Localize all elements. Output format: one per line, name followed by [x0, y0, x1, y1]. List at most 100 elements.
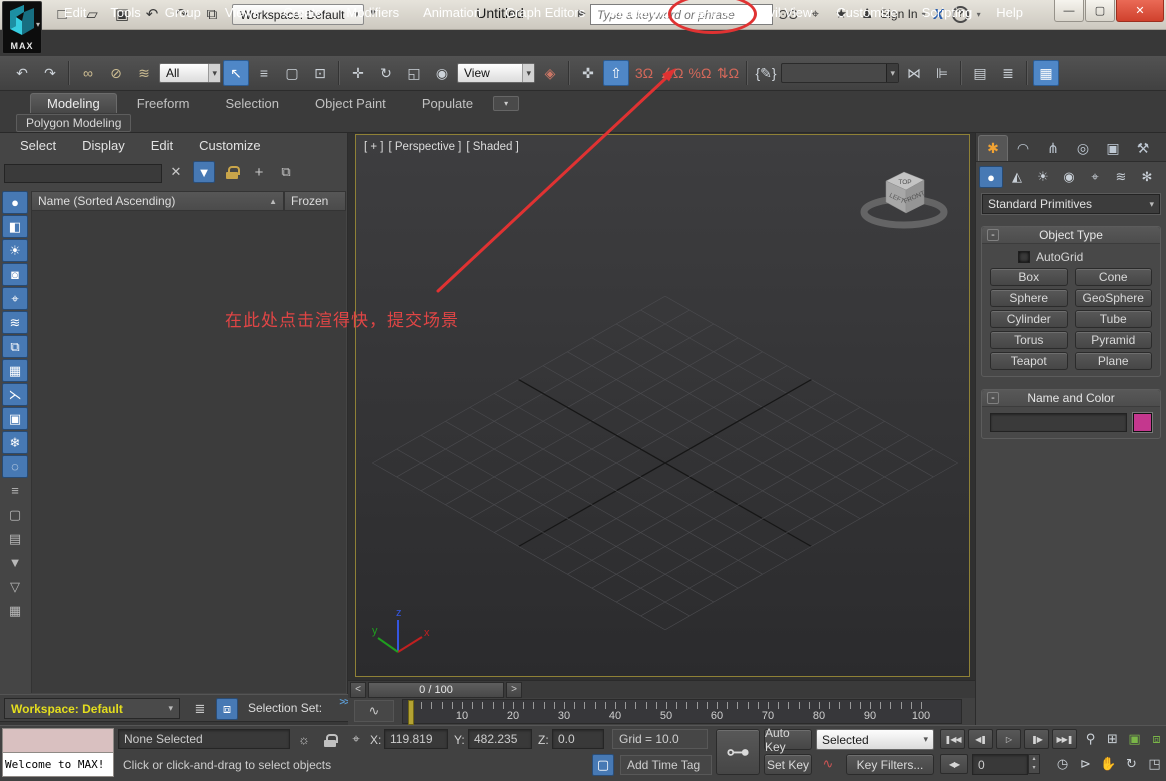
menu-item-customize[interactable]: Customize — [824, 0, 909, 26]
layer-explorer-toggle-icon[interactable]: ≣ ▾ — [995, 60, 1021, 86]
tab-display[interactable]: ▣ — [1098, 135, 1128, 161]
ribbon-overflow-icon[interactable]: ▾ — [493, 96, 519, 111]
pyramid-button[interactable]: Pyramid — [1075, 331, 1153, 349]
display-helpers-icon[interactable]: ⌖ — [2, 287, 28, 310]
selection-lock-icon[interactable] — [320, 730, 340, 750]
object-name-field[interactable] — [990, 413, 1127, 432]
menu-item-tools[interactable]: Tools — [98, 0, 152, 26]
ribbon-tab-modeling[interactable]: Modeling — [30, 93, 117, 113]
collapse-icon[interactable]: - — [987, 392, 999, 404]
ribbon-tab-selection[interactable]: Selection — [210, 94, 295, 113]
tab-create[interactable]: ✱ — [978, 135, 1008, 161]
primitive-category-dropdown[interactable]: Standard Primitives ▾ — [982, 194, 1160, 214]
select-and-link-icon[interactable]: ∞ ▾ — [75, 60, 101, 86]
viewcube-top-label[interactable]: TOP — [898, 179, 911, 186]
systems-icon[interactable]: ✻ — [1135, 166, 1159, 188]
display-lights-icon[interactable]: ☀ — [2, 239, 28, 262]
goto-end-icon[interactable]: ▶▶❚ — [1052, 729, 1077, 749]
z-coordinate-field[interactable]: 0.0 — [552, 729, 604, 749]
explorer-menu-display[interactable]: Display — [82, 138, 125, 153]
explorer-object-list[interactable] — [31, 211, 346, 693]
tab-motion[interactable]: ◎ — [1068, 135, 1098, 161]
polygon-modeling-panel-button[interactable]: Polygon Modeling — [16, 114, 131, 132]
time-slider-handle[interactable]: 0 / 100 — [368, 682, 504, 698]
pan-icon[interactable]: ✋ — [1098, 754, 1119, 774]
unlink-selection-icon[interactable]: ⊘ ▾ — [103, 60, 129, 86]
select-and-move-icon[interactable]: ✛ ▾ — [345, 60, 371, 86]
next-frame-button[interactable]: > — [506, 682, 522, 698]
menu-item-graph-editors[interactable]: Graph Editors — [493, 0, 597, 26]
window-crossing-icon[interactable]: ⊡ ▾ — [307, 60, 333, 86]
maximize-button[interactable]: ▢ — [1085, 0, 1115, 22]
filter-icon[interactable]: ▼ — [193, 161, 215, 183]
menu-item-xuandekuai[interactable]: 渲得快 — [681, 0, 744, 26]
tab-modify[interactable]: ◠ — [1008, 135, 1038, 161]
ribbon-tab-freeform[interactable]: Freeform — [121, 94, 206, 113]
display-groups-icon[interactable]: ⧉ — [2, 335, 28, 358]
viewport-shading-menu[interactable]: [ Shaded ] — [466, 141, 518, 153]
sphere-button[interactable]: Sphere — [990, 289, 1068, 307]
bind-to-space-warp-icon[interactable]: ≋ ▾ — [131, 60, 157, 86]
column-header-name[interactable]: Name (Sorted Ascending) ▲ — [31, 191, 284, 211]
select-children-icon[interactable]: ⧉ — [276, 161, 296, 183]
cameras-icon[interactable]: ◉ — [1057, 166, 1081, 188]
tab-hierarchy[interactable]: ⋔ — [1038, 135, 1068, 161]
add-time-tag-button[interactable]: Add Time Tag — [620, 755, 712, 775]
status-light-icon[interactable]: ☼ — [294, 729, 314, 749]
pick-add-icon[interactable]: + — [249, 161, 269, 183]
set-key-button[interactable]: Set Key — [764, 754, 812, 775]
viewport-pov-menu[interactable]: [ Perspective ] — [389, 141, 462, 153]
spinner-snap-icon[interactable]: ⇅Ω ▾ — [715, 60, 741, 86]
undo-icon[interactable]: ↶ ▾ — [9, 60, 35, 86]
previous-frame-icon[interactable]: ◀❚ — [968, 729, 993, 749]
view-blank-icon[interactable]: ▢ — [2, 503, 28, 526]
teapot-button[interactable]: Teapot — [990, 352, 1068, 370]
angle-snap-icon[interactable]: ∠Ω ▾ — [659, 60, 685, 86]
redo-icon[interactable]: ↷ ▾ — [37, 60, 63, 86]
shapes-icon[interactable]: ◭ — [1005, 166, 1029, 188]
scene-explorer-icon[interactable]: ⧈ — [216, 698, 238, 720]
explorer-menu-select[interactable]: Select — [20, 138, 56, 153]
geometry-icon[interactable]: ● — [979, 166, 1003, 188]
select-by-name-icon[interactable]: ≡ ▾ — [251, 60, 277, 86]
new-key-curve-icon[interactable]: ∿ — [818, 754, 838, 774]
menu-item-civil-view[interactable]: Civil View — [744, 0, 824, 26]
select-and-manipulate-icon[interactable]: ✜ ▾ — [575, 60, 601, 86]
display-space-warps-icon[interactable]: ≋ — [2, 311, 28, 334]
named-selection-sets-dropdown[interactable]: ▾ — [781, 63, 899, 83]
maxscript-mini-listener[interactable] — [2, 728, 114, 752]
tube-button[interactable]: Tube — [1075, 310, 1153, 328]
explorer-menu-customize[interactable]: Customize — [199, 138, 260, 153]
play-icon[interactable]: ▷ — [996, 729, 1021, 749]
ribbon-tab-object-paint[interactable]: Object Paint — [299, 94, 402, 113]
autogrid-checkbox[interactable] — [1018, 251, 1030, 263]
minimize-button[interactable]: — — [1054, 0, 1084, 22]
helpers-icon[interactable]: ⌖ — [1083, 166, 1107, 188]
display-cameras-icon[interactable]: ◙ — [2, 263, 28, 286]
key-set-dropdown[interactable]: Selected ▾ — [816, 729, 934, 750]
lights-icon[interactable]: ☀ — [1031, 166, 1055, 188]
edit-named-selection-sets-icon[interactable]: {✎} ▾ — [753, 60, 779, 86]
y-coordinate-field[interactable]: 482.235 — [468, 729, 532, 749]
cylinder-button[interactable]: Cylinder — [990, 310, 1068, 328]
viewcube[interactable]: TOP LEFT FRONT — [849, 155, 959, 237]
trackbar-ruler[interactable]: 0102030405060708090100 — [402, 699, 962, 724]
scene-explorer-toggle-icon[interactable]: ▤ ▾ — [967, 60, 993, 86]
application-menu-button[interactable]: MAX ▾ — [2, 1, 42, 54]
select-and-uniform-scale-icon[interactable]: ◱ ▾ — [401, 60, 427, 86]
tab-utilities[interactable]: ⚒ — [1128, 135, 1158, 161]
isolate-selection-icon[interactable]: ▢ — [592, 754, 614, 776]
zoom-extents-icon[interactable]: ▣ — [1124, 729, 1145, 749]
maximize-viewport-toggle-icon[interactable]: ◳ — [1144, 754, 1165, 774]
ribbon-tab-populate[interactable]: Populate — [406, 94, 489, 113]
display-containers-icon[interactable]: ▣ — [2, 407, 28, 430]
menu-item-views[interactable]: Views — [213, 0, 271, 26]
object-type-rollout-header[interactable]: - Object Type — [982, 227, 1160, 244]
display-bones-icon[interactable]: ⋋ — [2, 383, 28, 406]
percent-snap-icon[interactable]: %Ω ▾ — [687, 60, 713, 86]
transform-typein-toggle-icon[interactable]: ⌖ — [346, 729, 366, 749]
space-warps-icon[interactable]: ≋ — [1109, 166, 1133, 188]
key-mode-toggle-icon[interactable]: ◀▶ — [940, 754, 968, 774]
view-detail-icon[interactable]: ▤ — [2, 527, 28, 550]
key-filters-button[interactable]: Key Filters... — [846, 754, 934, 775]
